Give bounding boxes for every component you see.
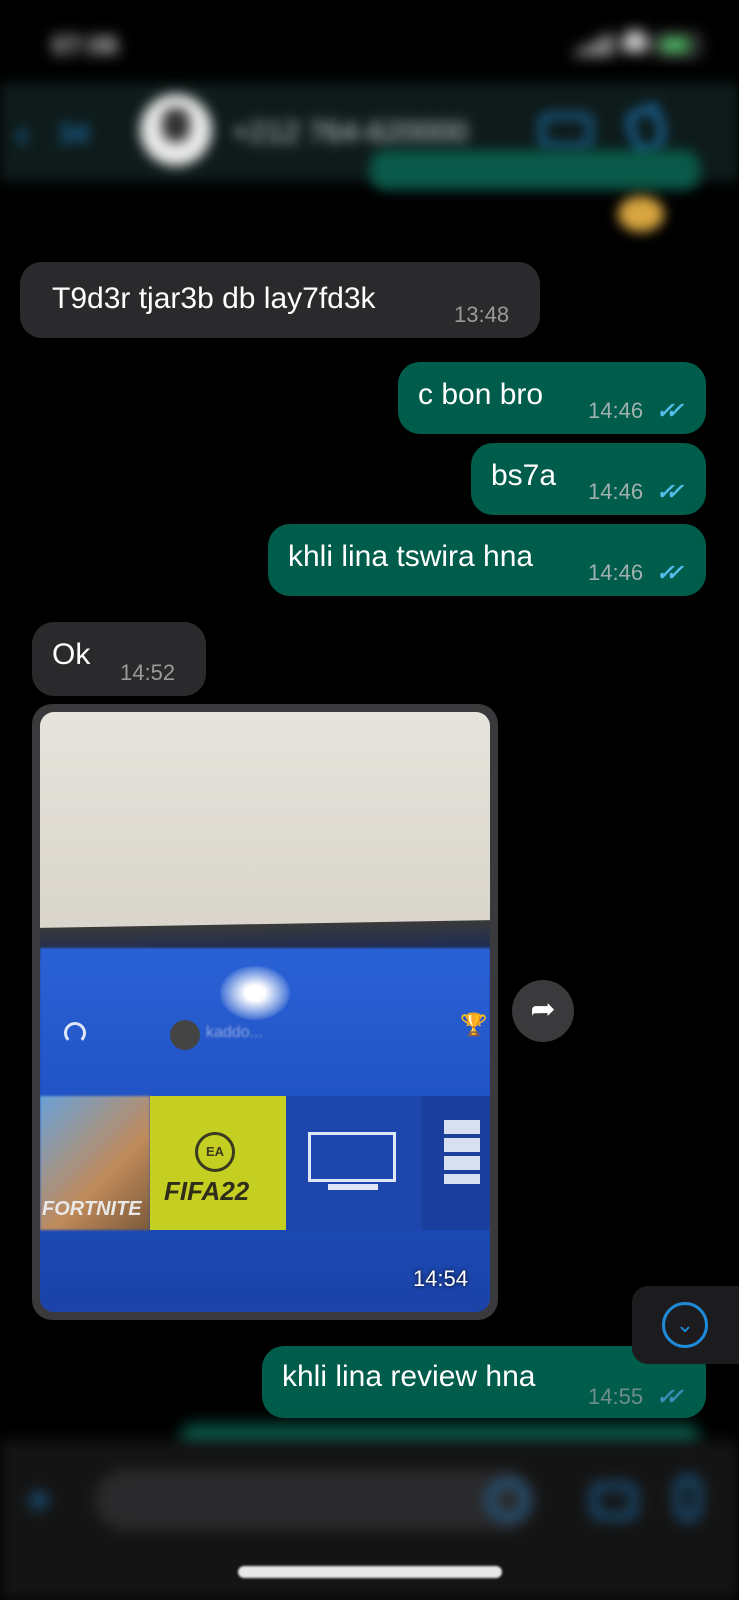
message-text: Ok	[52, 638, 91, 671]
contact-name[interactable]: +212 764-620000	[232, 116, 468, 150]
photo-wall	[40, 712, 490, 934]
battery-icon	[656, 34, 700, 56]
message-text: T9d3r tjar3b db lay7fd3k	[52, 282, 376, 315]
message-time: 13:48	[454, 302, 510, 327]
forward-button[interactable]: ➦	[512, 980, 574, 1042]
signal-icon	[575, 34, 613, 56]
message-time: 14:46	[588, 479, 644, 504]
fifa-label: FIFA22	[164, 1176, 250, 1206]
video-call-icon[interactable]	[540, 114, 592, 148]
scroll-to-bottom-button[interactable]: ⌄	[632, 1286, 739, 1364]
read-ticks-icon: ✓✓	[656, 479, 684, 504]
phone-call-icon[interactable]	[623, 103, 671, 157]
sticker-icon[interactable]	[488, 1480, 528, 1520]
message-time: 14:46	[588, 398, 644, 423]
message-text: khli lina review hna	[282, 1360, 536, 1393]
previous-message-bubble[interactable]	[370, 150, 700, 190]
message-bubble-incoming[interactable]: Ok 14:52	[32, 622, 206, 696]
fortnite-label: FORTNITE	[42, 1198, 142, 1220]
status-time: 07:06	[52, 30, 119, 60]
image-time: 14:54	[412, 1266, 468, 1291]
chat-screen: 07:06 ‹ 34 +212 764-620000 T9d3r tjar3b …	[0, 0, 739, 1600]
camera-icon[interactable]	[592, 1484, 636, 1518]
read-ticks-icon: ✓✓	[656, 1384, 684, 1409]
back-icon[interactable]: ‹	[16, 112, 29, 157]
read-ticks-icon: ✓✓	[656, 398, 684, 423]
tv-stand	[328, 1184, 378, 1190]
profile-avatar	[170, 1020, 200, 1050]
message-input[interactable]	[95, 1470, 535, 1530]
tv-icon	[308, 1132, 396, 1182]
trophy-icon: 🏆	[460, 1012, 488, 1037]
message-text: bs7a	[491, 459, 557, 492]
message-text: khli lina tswira hna	[288, 540, 534, 573]
home-indicator	[238, 1566, 502, 1578]
wifi-icon	[622, 30, 648, 52]
photo-glare	[220, 966, 290, 1020]
mic-icon[interactable]	[676, 1476, 700, 1520]
profile-name: kaddo...	[206, 1024, 263, 1041]
message-text: c bon bro	[418, 378, 544, 411]
message-time: 14:55	[588, 1384, 644, 1409]
message-bubble-outgoing[interactable]: bs7a 14:46 ✓✓	[471, 443, 706, 515]
status-bar: 07:06	[0, 0, 739, 90]
headset-icon	[64, 1022, 86, 1044]
image-message[interactable]: kaddo... 🏆 FORTNITE EA FIFA22 14:54	[32, 704, 498, 1320]
unread-count[interactable]: 34	[58, 118, 89, 150]
message-bubble-incoming[interactable]: T9d3r tjar3b db lay7fd3k 13:48	[20, 262, 540, 338]
message-bubble-outgoing[interactable]: c bon bro 14:46 ✓✓	[398, 362, 706, 434]
message-time: 14:52	[120, 660, 176, 685]
reaction-emoji-icon	[618, 196, 664, 232]
message-bubble-outgoing[interactable]: khli lina tswira hna 14:46 ✓✓	[268, 524, 706, 596]
plus-icon[interactable]: +	[26, 1476, 52, 1526]
library-grid-icon	[444, 1120, 480, 1184]
photo-ps4-screen[interactable]: kaddo... 🏆 FORTNITE EA FIFA22 14:54	[40, 712, 490, 1312]
chevron-down-icon[interactable]: ⌄	[662, 1302, 708, 1348]
avatar[interactable]	[140, 94, 212, 166]
message-time: 14:46	[588, 560, 644, 585]
ea-logo: EA	[195, 1132, 235, 1172]
read-ticks-icon: ✓✓	[656, 560, 684, 585]
